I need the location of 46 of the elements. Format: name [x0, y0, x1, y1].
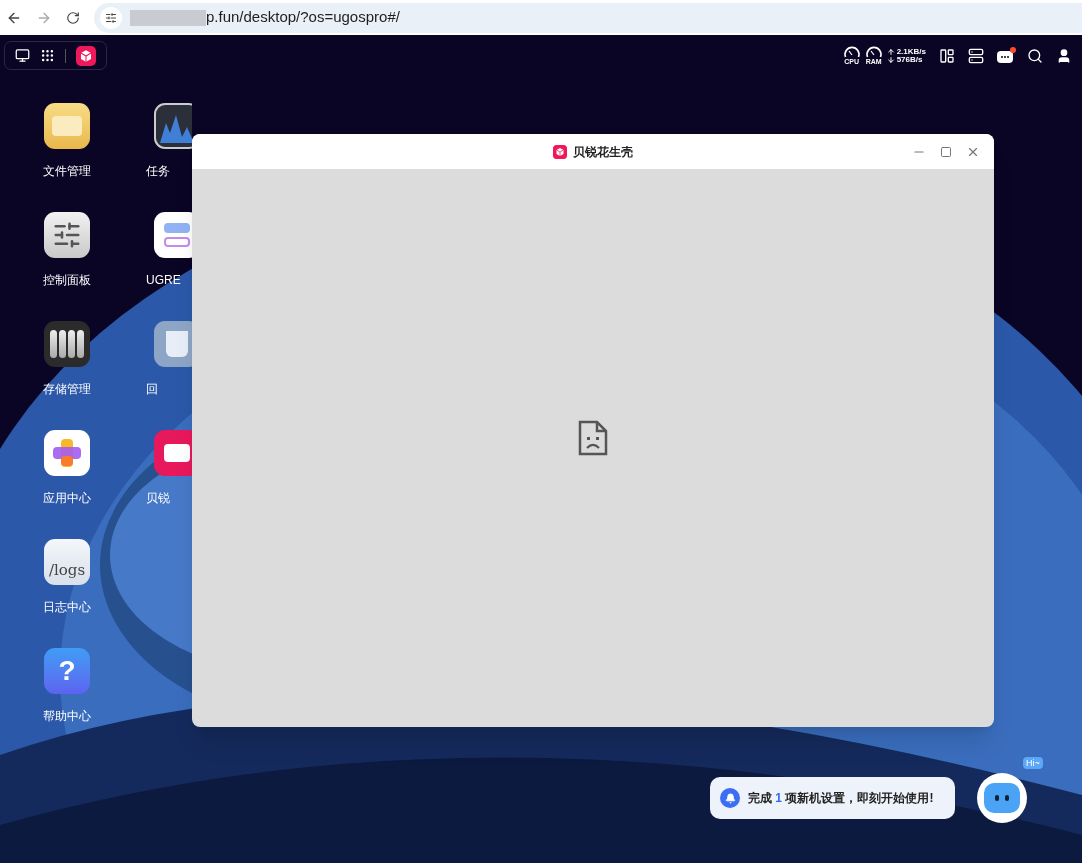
app-cube-icon	[553, 144, 567, 159]
logs-icon: /logs	[44, 539, 90, 585]
site-settings-icon[interactable]	[100, 6, 122, 29]
desktop-icon-label[interactable]: 文件管理	[43, 165, 91, 177]
desktop-icon-label[interactable]: 回	[146, 383, 158, 395]
download-rate: 576B/s	[896, 55, 923, 64]
notification-bubble[interactable]: 完成 1 项新机设置，即刻开始使用!	[710, 777, 955, 819]
user-icon[interactable]	[1056, 47, 1072, 64]
upload-arrow-icon	[886, 47, 895, 56]
help-icon: ?	[44, 648, 90, 694]
widgets-icon[interactable]	[939, 47, 955, 64]
desktop-icon-label[interactable]: 控制面板	[43, 274, 91, 286]
desktop-icon-label[interactable]: 应用中心	[43, 492, 91, 504]
server-icon[interactable]	[968, 47, 984, 64]
chart-monitor-icon	[154, 103, 192, 149]
trash-icon	[154, 321, 192, 367]
window-title: 贝锐花生壳	[573, 143, 633, 161]
url-text: p.fun/desktop/?os=ugospro#/	[206, 7, 400, 28]
message-icon[interactable]	[997, 47, 1014, 64]
app-tiles-icon	[154, 212, 192, 258]
assistant-badge: Hi~	[1023, 757, 1043, 769]
search-icon[interactable]	[1027, 47, 1043, 64]
ram-gauge-icon	[864, 46, 883, 58]
desktop-icon-label[interactable]: 日志中心	[43, 601, 91, 613]
cpu-gauge-icon	[842, 46, 861, 58]
sad-page-icon	[578, 420, 608, 456]
desktop-icon[interactable]	[15, 48, 30, 63]
sliders-icon	[44, 212, 90, 258]
reload-icon[interactable]	[66, 10, 80, 25]
folder-icon	[44, 103, 90, 149]
download-arrow-icon	[886, 55, 895, 64]
upload-rate: 2.1KB/s	[896, 47, 926, 56]
address-bar[interactable]: p.fun/desktop/?os=ugospro#/	[94, 2, 1082, 33]
envelope-icon	[154, 430, 192, 476]
notification-text: 完成 1 项新机设置，即刻开始使用!	[748, 790, 934, 807]
desktop-icon-label[interactable]: 任务	[146, 165, 170, 177]
apps-grid-icon[interactable]	[40, 48, 55, 63]
desktop-icon-label[interactable]: 贝锐	[146, 492, 170, 504]
app-cube-icon	[76, 45, 96, 66]
desktop-icon-label[interactable]: UGRE	[146, 274, 181, 286]
apps-icon	[44, 430, 90, 476]
desktop-icon-label[interactable]: 存储管理	[43, 383, 91, 395]
maximize-icon[interactable]	[940, 145, 952, 158]
desktop-icon-label[interactable]: 帮助中心	[43, 710, 91, 722]
drives-icon	[44, 321, 90, 367]
bell-icon	[720, 788, 740, 808]
